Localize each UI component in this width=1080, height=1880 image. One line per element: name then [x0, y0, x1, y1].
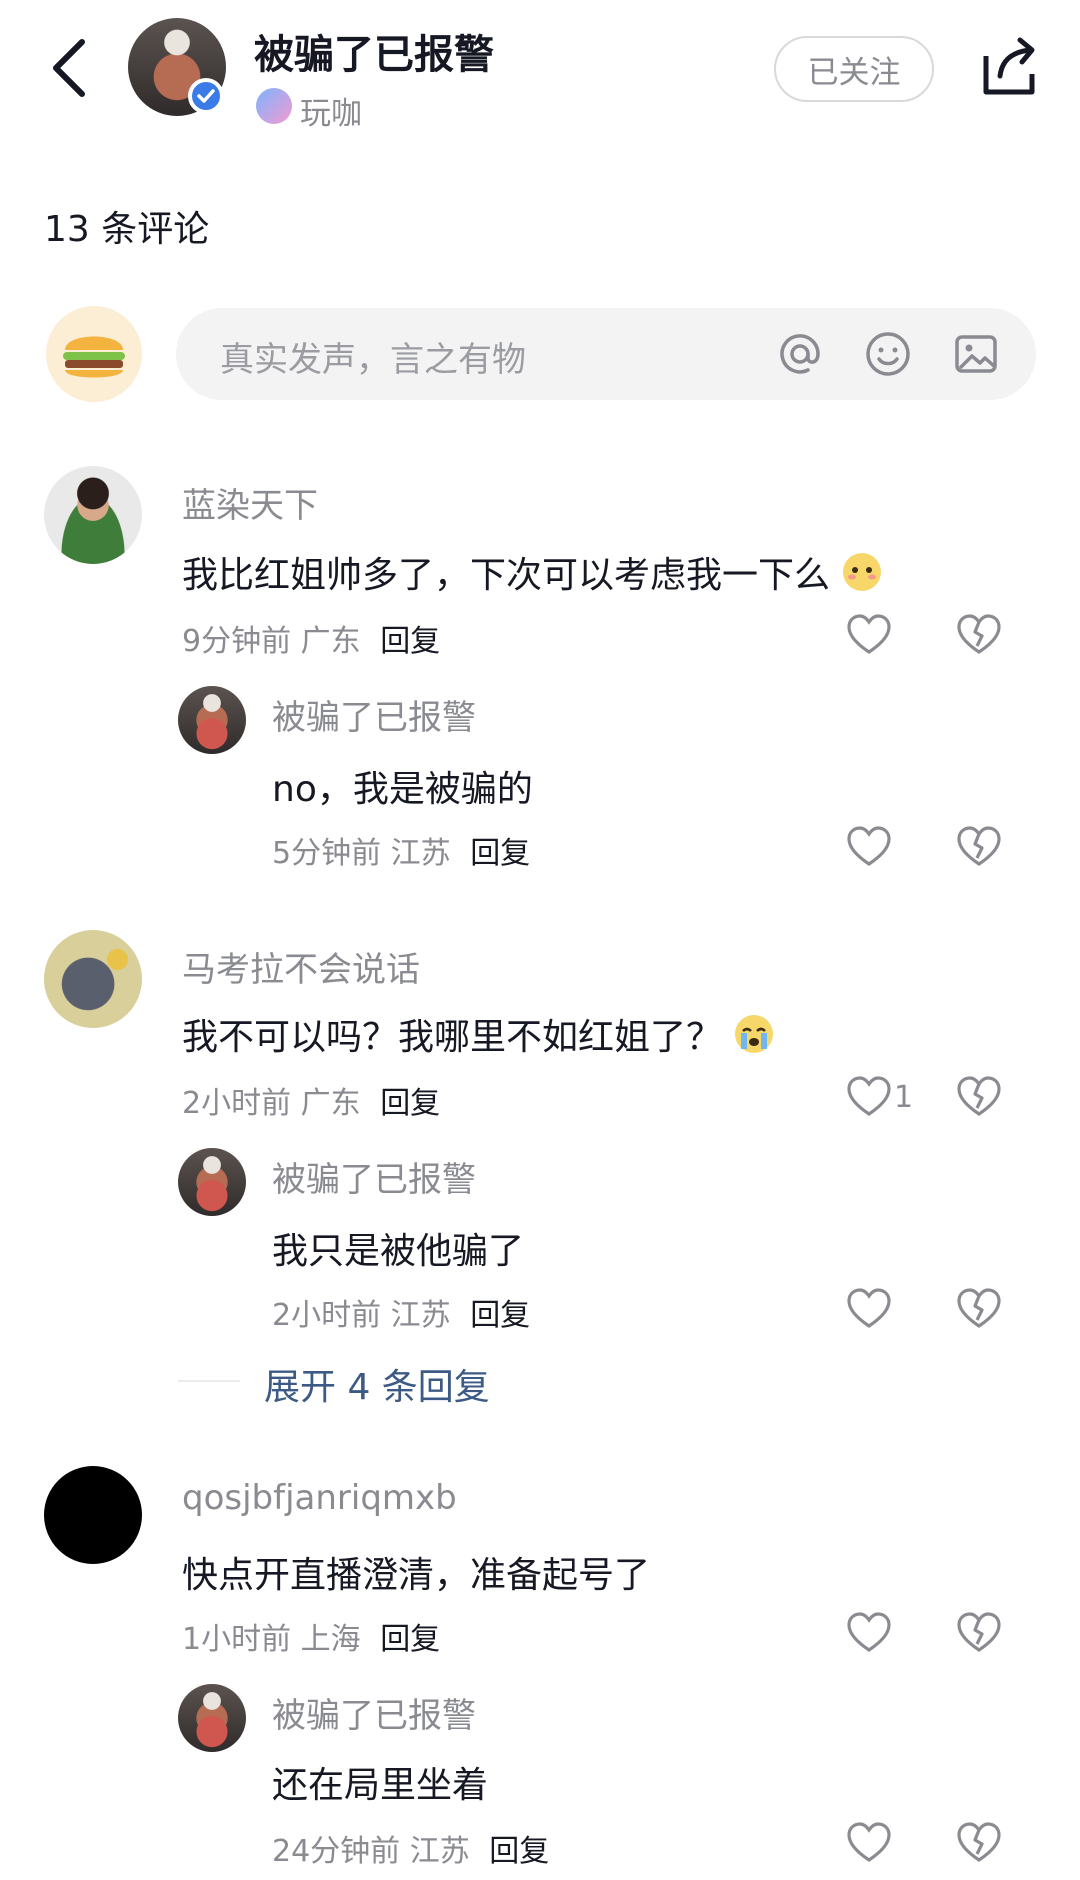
- comment-avatar[interactable]: [44, 930, 142, 1028]
- like-count: 1: [894, 1080, 914, 1115]
- heart-icon: [847, 1288, 891, 1328]
- comment-time: 1小时前: [182, 1622, 292, 1657]
- like-button[interactable]: [846, 1610, 892, 1656]
- reply-location: 江苏: [390, 1298, 451, 1333]
- comment-author[interactable]: qosjbfjanriqmxb: [182, 1478, 457, 1518]
- verified-badge-icon: [188, 78, 224, 114]
- reply-button[interactable]: 回复: [489, 1834, 549, 1869]
- reply-avatar[interactable]: [178, 1684, 246, 1752]
- comment-input-placeholder: 真实发声，言之有物: [220, 340, 526, 380]
- reply-time: 2小时前: [272, 1298, 382, 1333]
- comment-text: 快点开直播澄清，准备起号了: [182, 1555, 651, 1596]
- reply-location: 江苏: [409, 1834, 470, 1869]
- like-button[interactable]: [846, 1820, 892, 1866]
- reply-text: 还在局里坐着: [272, 1765, 489, 1806]
- shy-emoji-icon: [843, 553, 882, 591]
- author-tag: 玩咖: [300, 96, 362, 132]
- broken-heart-icon: [957, 1612, 1001, 1652]
- like-button[interactable]: [846, 824, 892, 870]
- dislike-button[interactable]: [956, 824, 1002, 870]
- comment-time: 9分钟前: [182, 624, 292, 659]
- comment-meta: 9分钟前 广东 回复: [182, 616, 440, 660]
- like-button[interactable]: [846, 1286, 892, 1332]
- chevron-left-icon: [53, 39, 85, 97]
- comment-location: 广东: [300, 1086, 361, 1121]
- game-icon: [256, 88, 292, 124]
- broken-heart-icon: [957, 1076, 1001, 1116]
- heart-icon: [847, 1822, 891, 1862]
- heart-icon: [847, 826, 891, 866]
- reply-meta: 5分钟前 江苏 回复: [272, 828, 530, 872]
- comment-avatar[interactable]: [44, 1466, 142, 1564]
- comment-meta: 1小时前 上海 回复: [182, 1614, 440, 1658]
- back-button[interactable]: [40, 28, 100, 108]
- broken-heart-icon: [957, 614, 1001, 654]
- reply-text: 我只是被他骗了: [272, 1231, 525, 1272]
- at-icon: [780, 334, 820, 374]
- comment-text: 我比红姐帅多了，下次可以考虑我一下么: [182, 546, 883, 598]
- burger-icon: [63, 336, 125, 378]
- broken-heart-icon: [957, 826, 1001, 866]
- comment-location: 上海: [300, 1622, 361, 1657]
- heart-icon: [847, 614, 891, 654]
- reply-button[interactable]: 回复: [470, 836, 530, 871]
- heart-icon: [847, 1612, 891, 1652]
- expand-replies-button[interactable]: 展开 4 条回复: [264, 1358, 490, 1410]
- reply-avatar[interactable]: [178, 686, 246, 754]
- heart-icon: [847, 1076, 891, 1116]
- reply-meta: 24分钟前 江苏 回复: [272, 1826, 549, 1870]
- comment-meta: 2小时前 广东 回复: [182, 1078, 440, 1122]
- comment-avatar[interactable]: [44, 466, 142, 564]
- comment-time: 2小时前: [182, 1086, 292, 1121]
- comment-location: 广东: [300, 624, 361, 659]
- reply-time: 5分钟前: [272, 836, 382, 871]
- my-avatar: [46, 306, 142, 402]
- reply-author[interactable]: 被骗了已报警: [272, 690, 476, 739]
- emoji-icon: [866, 332, 910, 376]
- reply-time: 24分钟前: [272, 1834, 401, 1869]
- mention-button[interactable]: [776, 330, 824, 378]
- reply-button[interactable]: 回复: [380, 1086, 440, 1121]
- broken-heart-icon: [957, 1288, 1001, 1328]
- author-name[interactable]: 被骗了已报警: [254, 22, 494, 80]
- reply-button[interactable]: 回复: [380, 624, 440, 659]
- comment-author[interactable]: 蓝染天下: [182, 478, 318, 527]
- like-button[interactable]: [846, 1074, 892, 1120]
- dislike-button[interactable]: [956, 1820, 1002, 1866]
- reply-author[interactable]: 被骗了已报警: [272, 1152, 476, 1201]
- comments-count: 13 条评论: [44, 209, 210, 250]
- comment-author[interactable]: 马考拉不会说话: [182, 942, 420, 991]
- reply-button[interactable]: 回复: [470, 1298, 530, 1333]
- reply-avatar[interactable]: [178, 1148, 246, 1216]
- image-icon: [955, 335, 997, 373]
- reply-author[interactable]: 被骗了已报警: [272, 1688, 476, 1737]
- dislike-button[interactable]: [956, 1610, 1002, 1656]
- like-button[interactable]: [846, 612, 892, 658]
- image-button[interactable]: [952, 330, 1000, 378]
- dislike-button[interactable]: [956, 1074, 1002, 1120]
- share-button[interactable]: [978, 36, 1040, 98]
- reply-button[interactable]: 回复: [380, 1622, 440, 1657]
- reply-meta: 2小时前 江苏 回复: [272, 1290, 530, 1334]
- expand-divider: [178, 1380, 240, 1382]
- crying-emoji-icon: [735, 1015, 774, 1053]
- dislike-button[interactable]: [956, 612, 1002, 658]
- emoji-button[interactable]: [864, 330, 912, 378]
- broken-heart-icon: [957, 1822, 1001, 1862]
- follow-button[interactable]: 已关注: [774, 36, 934, 102]
- share-icon: [983, 37, 1035, 95]
- dislike-button[interactable]: [956, 1286, 1002, 1332]
- reply-text: no，我是被骗的: [272, 769, 533, 810]
- reply-location: 江苏: [390, 836, 451, 871]
- comment-text: 我不可以吗？我哪里不如红姐了？: [182, 1008, 775, 1060]
